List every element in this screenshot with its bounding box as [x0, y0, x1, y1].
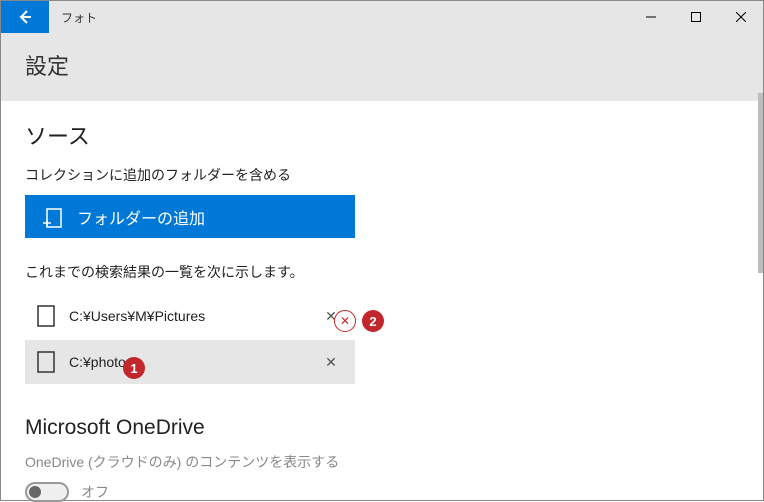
annotation-badge-2: 2	[362, 310, 384, 332]
onedrive-toggle-row: オフ	[25, 482, 739, 502]
onedrive-toggle-label: オフ	[81, 482, 109, 502]
toggle-knob	[29, 486, 41, 498]
window-controls	[628, 1, 763, 33]
onedrive-heading: Microsoft OneDrive	[25, 416, 739, 440]
titlebar: フォト	[1, 1, 763, 33]
annotation-badge-1: 1	[123, 357, 145, 379]
folder-path: C:¥photo	[69, 354, 307, 370]
sources-subtitle: コレクションに追加のフォルダーを含める	[25, 165, 739, 185]
page-title: 設定	[1, 33, 763, 101]
add-folder-icon	[43, 207, 63, 227]
minimize-button[interactable]	[628, 1, 673, 33]
annotation-circle-x: ✕	[334, 310, 356, 332]
vertical-scrollbar[interactable]	[758, 93, 763, 273]
close-button[interactable]	[718, 1, 763, 33]
content-area: ソース コレクションに追加のフォルダーを含める フォルダーの追加 これまでの検索…	[1, 101, 763, 502]
onedrive-subtitle: OneDrive (クラウドのみ) のコンテンツを表示する	[25, 452, 739, 472]
folder-row[interactable]: C:¥Users¥M¥Pictures ✕	[25, 294, 355, 338]
add-folder-label: フォルダーの追加	[77, 205, 205, 229]
back-arrow-icon	[17, 9, 33, 25]
onedrive-toggle[interactable]	[25, 482, 69, 502]
remove-folder-button[interactable]: ✕	[321, 352, 341, 372]
add-folder-button[interactable]: フォルダーの追加	[25, 195, 355, 238]
folder-icon	[37, 351, 55, 373]
folder-row[interactable]: C:¥photo ✕	[25, 340, 355, 384]
folder-icon	[37, 305, 55, 327]
folder-path: C:¥Users¥M¥Pictures	[69, 308, 307, 324]
sources-heading: ソース	[25, 119, 739, 151]
app-title: フォト	[61, 9, 628, 26]
results-label: これまでの検索結果の一覧を次に示します。	[25, 262, 739, 282]
maximize-button[interactable]	[673, 1, 718, 33]
back-button[interactable]	[1, 1, 49, 33]
